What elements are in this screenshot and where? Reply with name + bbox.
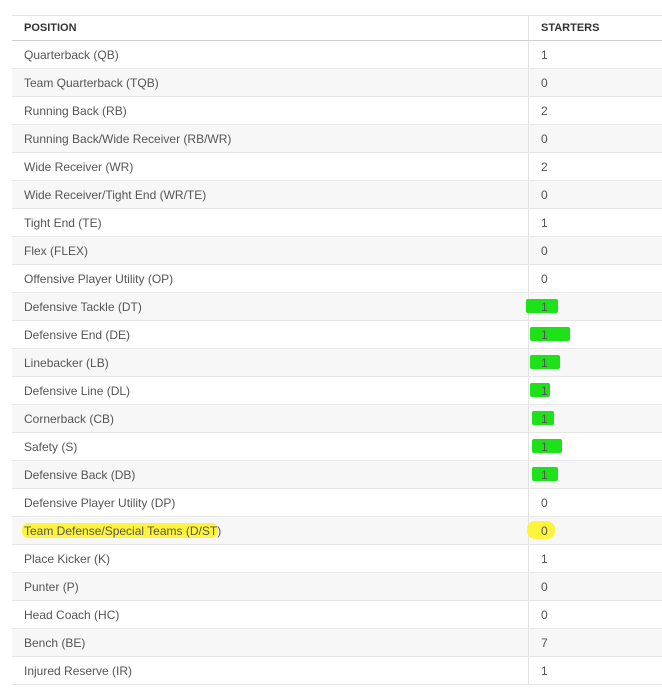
table-row: Offensive Player Utility (OP) 0: [12, 265, 662, 293]
table-row: Cornerback (CB) 1: [12, 405, 662, 433]
table-row: Defensive Player Utility (DP) 0: [12, 489, 662, 517]
position-cell: Safety (S): [24, 439, 78, 454]
position-cell: Tight End (TE): [24, 215, 102, 230]
table-row: Quarterback (QB) 1: [12, 41, 662, 69]
starters-cell: 0: [541, 187, 548, 202]
column-divider: [528, 657, 529, 684]
starters-cell: 1: [541, 327, 548, 342]
starters-cell: 1: [541, 215, 548, 230]
table-row: Running Back/Wide Receiver (RB/WR) 0: [12, 125, 662, 153]
starters-cell: 1: [541, 439, 548, 454]
starters-cell: 0: [541, 523, 548, 538]
starters-cell: 0: [541, 75, 548, 90]
position-cell: Team Quarterback (TQB): [24, 75, 159, 90]
column-divider: [528, 69, 529, 96]
starters-cell: 1: [541, 47, 548, 62]
position-cell: Punter (P): [24, 579, 79, 594]
position-cell: Cornerback (CB): [24, 411, 115, 426]
starters-cell: 1: [541, 299, 548, 314]
table-row: Defensive Tackle (DT) 1: [12, 293, 662, 321]
starters-cell: 1: [541, 355, 548, 370]
table-row: Linebacker (LB) 1: [12, 349, 662, 377]
column-divider: [528, 489, 529, 516]
column-divider: [528, 237, 529, 264]
column-divider: [528, 209, 529, 236]
table-row: Defensive End (DE) 1: [12, 321, 662, 349]
starters-cell: 0: [541, 243, 548, 258]
column-divider: [528, 97, 529, 124]
position-cell: Running Back/Wide Receiver (RB/WR): [24, 131, 232, 146]
table-row: Wide Receiver (WR) 2: [12, 153, 662, 181]
table-row: Punter (P) 0: [12, 573, 662, 601]
table-row: Running Back (RB) 2: [12, 97, 662, 125]
column-divider: [528, 41, 529, 68]
column-divider: [528, 405, 529, 432]
starters-cell: 0: [541, 271, 548, 286]
column-divider: [528, 545, 529, 572]
column-divider: [528, 377, 529, 404]
position-cell: Linebacker (LB): [24, 355, 109, 370]
starters-cell: 1: [541, 467, 548, 482]
roster-settings-table: POSITION STARTERS Quarterback (QB) 1 Tea…: [12, 15, 662, 685]
starters-cell: 1: [541, 663, 548, 678]
table-row: Defensive Line (DL) 1: [12, 377, 662, 405]
column-divider: [528, 349, 529, 376]
column-divider: [528, 433, 529, 460]
starters-cell: 1: [541, 411, 548, 426]
position-cell: Defensive End (DE): [24, 327, 131, 342]
column-divider: [528, 265, 529, 292]
starters-cell: 7: [541, 635, 548, 650]
position-cell: Place Kicker (K): [24, 551, 111, 566]
position-cell: Running Back (RB): [24, 103, 127, 118]
column-divider: [528, 573, 529, 600]
column-header-position: POSITION: [24, 22, 77, 34]
green-highlight-mark: [530, 327, 570, 341]
position-cell: Team Defense/Special Teams (D/ST): [24, 523, 222, 538]
starters-cell: 1: [541, 551, 548, 566]
column-divider: [528, 153, 529, 180]
table-row: Defensive Back (DB) 1: [12, 461, 662, 489]
table-row: Place Kicker (K) 1: [12, 545, 662, 573]
starters-cell: 2: [541, 103, 548, 118]
table-row: Safety (S) 1: [12, 433, 662, 461]
table-row: Bench (BE) 7: [12, 629, 662, 657]
table-row: Wide Receiver/Tight End (WR/TE) 0: [12, 181, 662, 209]
column-divider: [528, 321, 529, 348]
table-row: Team Defense/Special Teams (D/ST) 0: [12, 517, 662, 545]
position-cell: Flex (FLEX): [24, 243, 89, 258]
position-cell: Injured Reserve (IR): [24, 663, 133, 678]
position-cell: Defensive Player Utility (DP): [24, 495, 176, 510]
table-header-row: POSITION STARTERS: [12, 16, 662, 41]
table-row: Flex (FLEX) 0: [12, 237, 662, 265]
position-cell: Offensive Player Utility (OP): [24, 271, 174, 286]
position-cell: Quarterback (QB): [24, 47, 119, 62]
table-row: Team Quarterback (TQB) 0: [12, 69, 662, 97]
position-cell: Bench (BE): [24, 635, 86, 650]
column-divider: [528, 181, 529, 208]
position-cell: Wide Receiver (WR): [24, 159, 134, 174]
starters-cell: 0: [541, 131, 548, 146]
starters-cell: 0: [541, 495, 548, 510]
column-divider: [528, 461, 529, 488]
position-cell: Wide Receiver/Tight End (WR/TE): [24, 187, 207, 202]
column-divider: [528, 16, 529, 40]
table-row: Tight End (TE) 1: [12, 209, 662, 237]
position-cell: Head Coach (HC): [24, 607, 120, 622]
column-header-starters: STARTERS: [541, 22, 600, 34]
column-divider: [528, 629, 529, 656]
position-cell: Defensive Tackle (DT): [24, 299, 142, 314]
table-row: Head Coach (HC) 0: [12, 601, 662, 629]
column-divider: [528, 601, 529, 628]
column-divider: [528, 125, 529, 152]
starters-cell: 2: [541, 159, 548, 174]
starters-cell: 1: [541, 383, 548, 398]
starters-cell: 0: [541, 579, 548, 594]
position-cell: Defensive Back (DB): [24, 467, 136, 482]
table-row: Injured Reserve (IR) 1: [12, 657, 662, 685]
starters-cell: 0: [541, 607, 548, 622]
position-cell: Defensive Line (DL): [24, 383, 131, 398]
